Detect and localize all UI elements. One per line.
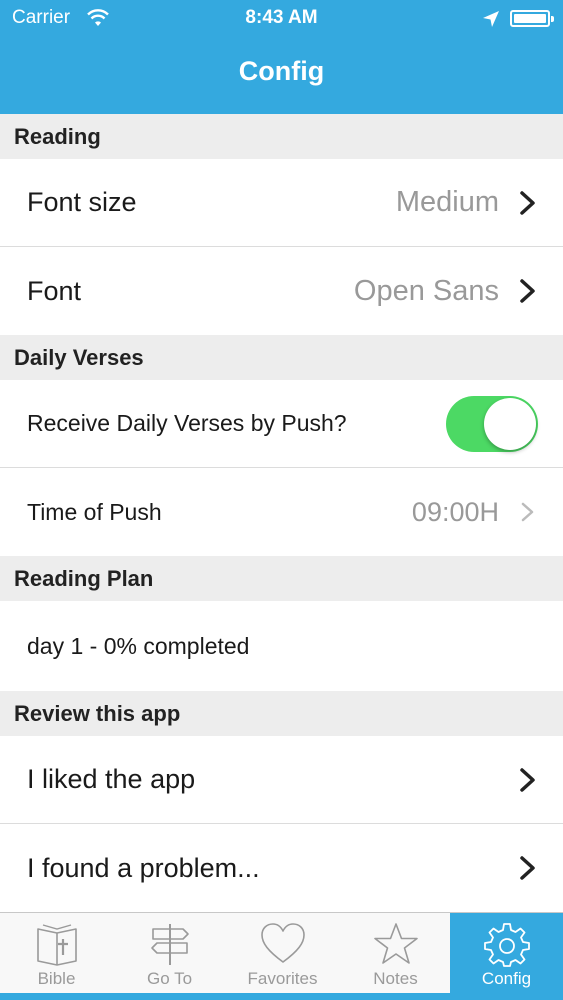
tab-go-to-label: Go To <box>146 969 193 988</box>
tab-favorites-label: Favorites <box>247 969 318 988</box>
push-row: Receive Daily Verses by Push? <box>0 380 563 468</box>
font-size-row[interactable]: Font size Medium <box>0 159 563 247</box>
chevron-right-icon <box>520 856 535 880</box>
star-icon <box>373 923 418 964</box>
page-title: Config <box>238 56 325 86</box>
status-bar: Carrier 8:43 AM <box>0 0 563 38</box>
tab-notes-label: Notes <box>373 969 418 988</box>
reading-plan-progress: day 1 - 0% completed <box>27 632 250 659</box>
location-arrow-icon <box>483 11 499 27</box>
chevron-right-icon <box>521 502 534 522</box>
time-of-push-row[interactable]: Time of Push 09:00H <box>0 468 563 556</box>
tab-bible[interactable]: Bible <box>0 913 113 995</box>
tab-config-label: Config <box>481 969 532 988</box>
bible-icon <box>36 924 77 966</box>
found-problem-label: I found a problem... <box>27 852 260 883</box>
push-toggle[interactable] <box>446 396 538 452</box>
font-value: Open Sans <box>353 274 499 307</box>
signpost-icon <box>150 924 189 965</box>
battery-icon <box>510 10 554 27</box>
time-of-push-value: 09:00H <box>411 496 499 527</box>
toggle-knob <box>484 398 536 450</box>
tab-go-to[interactable]: Go To <box>113 913 226 995</box>
section-header-daily-verses: Daily Verses <box>0 335 563 380</box>
liked-app-label: I liked the app <box>27 764 196 794</box>
section-header-reading: Reading <box>0 114 563 159</box>
chevron-right-icon <box>520 767 535 792</box>
chevron-right-icon <box>520 279 535 303</box>
gear-icon <box>483 923 530 967</box>
font-row[interactable]: Font Open Sans <box>0 247 563 335</box>
chevron-right-icon <box>520 190 535 215</box>
time-of-push-label: Time of Push <box>27 498 162 525</box>
tab-config[interactable]: Config <box>450 913 563 995</box>
section-header-review: Review this app <box>0 691 563 736</box>
font-size-label: Font size <box>27 187 137 217</box>
tab-bar: Bible Go To Favorites Notes Config <box>0 912 563 1000</box>
section-header-reading-plan: Reading Plan <box>0 556 563 601</box>
found-problem-row[interactable]: I found a problem... <box>0 824 563 912</box>
bottom-accent-strip <box>0 993 563 1000</box>
navigation-bar: Carrier 8:43 AM Config <box>0 0 563 114</box>
status-time: 8:43 AM <box>245 7 318 28</box>
liked-app-row[interactable]: I liked the app <box>0 736 563 824</box>
tab-notes[interactable]: Notes <box>339 913 452 995</box>
push-label: Receive Daily Verses by Push? <box>27 410 347 436</box>
font-size-value: Medium <box>395 186 499 218</box>
font-label: Font <box>27 275 82 306</box>
tab-bible-label: Bible <box>37 969 76 988</box>
heart-icon <box>260 923 305 963</box>
tab-favorites[interactable]: Favorites <box>226 913 339 995</box>
reading-plan-row: day 1 - 0% completed <box>0 601 563 691</box>
